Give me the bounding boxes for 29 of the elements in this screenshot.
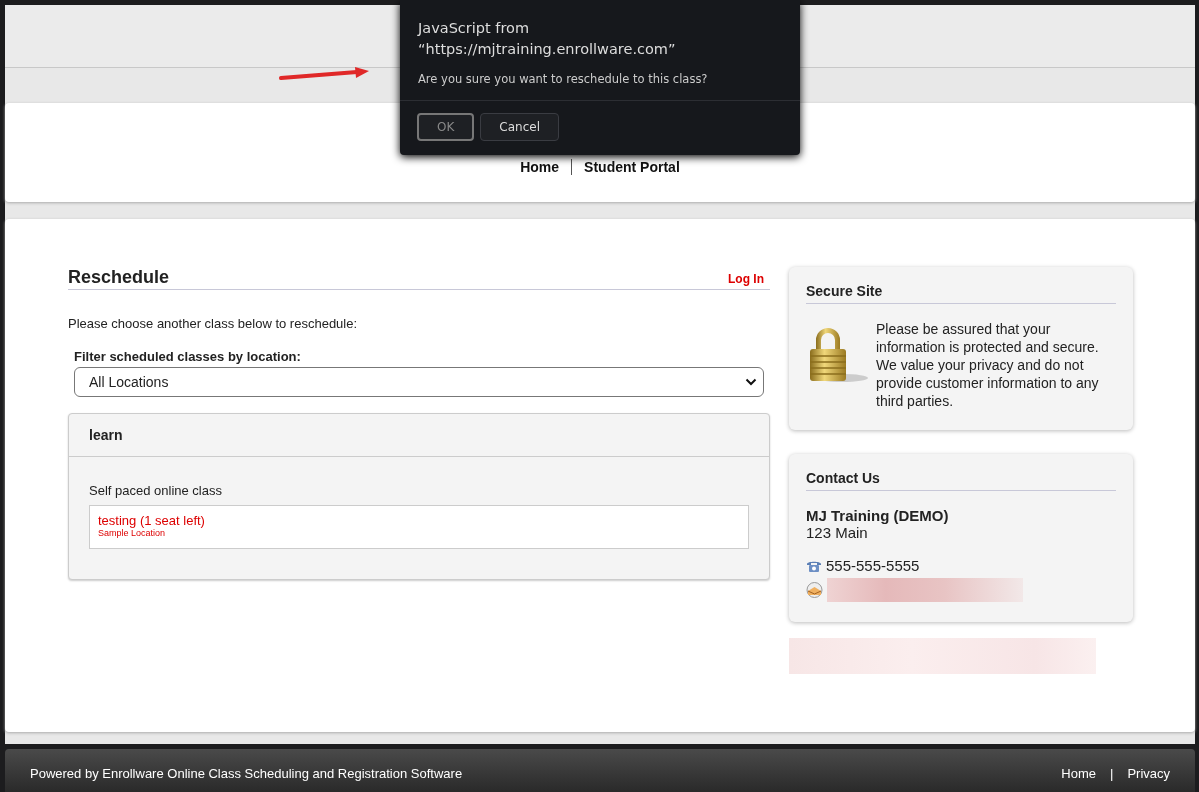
address-text: 123 Main (806, 524, 869, 541)
nav-link[interactable]: Student Portal (571, 159, 692, 175)
footer-link[interactable]: Home (1061, 765, 1096, 781)
intro-text: Please choose another class below to reschedule: (68, 316, 359, 331)
dialog-message: Are you sure you want to reschedule to this class? (418, 72, 709, 86)
chevron-down-icon (745, 378, 757, 386)
phone-number: 555-555-5555 (826, 557, 920, 574)
company-name: MJ Training (DEMO) (806, 507, 950, 524)
group-title: learn (89, 427, 123, 443)
footer-link[interactable]: Privacy (1127, 765, 1170, 781)
envelope-icon (806, 582, 823, 598)
group-subtitle: Self paced online class (89, 483, 223, 498)
dialog-title: JavaScript from (418, 19, 531, 38)
class-location: Sample Location (98, 528, 167, 538)
dialog-title: “https://mjtraining.enrollware.com” (418, 40, 677, 59)
dialog-button[interactable]: OK (417, 113, 475, 141)
separator-text: | (1110, 765, 1114, 781)
page-title: Reschedule (68, 267, 170, 288)
card-title: Secure Site (806, 283, 1116, 304)
class-name[interactable]: testing (1 seat left) (98, 513, 740, 528)
dialog-button[interactable]: Cancel (480, 113, 559, 141)
login-link[interactable]: Log In (728, 272, 764, 288)
footer-text: Powered by Enrollware Online Class Scheduling and Registration Software (30, 765, 463, 781)
nav-link[interactable]: Home (508, 159, 572, 175)
class-item[interactable]: testing (1 seat left) Sample Location (89, 505, 749, 549)
filter-label: Filter scheduled classes by location: (74, 349, 302, 364)
card-title: Contact Us (806, 470, 1116, 491)
location-dropdown[interactable]: All Locations (74, 367, 764, 397)
security-text: Please be assured that your information is protected and secure. We value your privacy and do not provide customer information to any third parties. (876, 320, 1100, 410)
